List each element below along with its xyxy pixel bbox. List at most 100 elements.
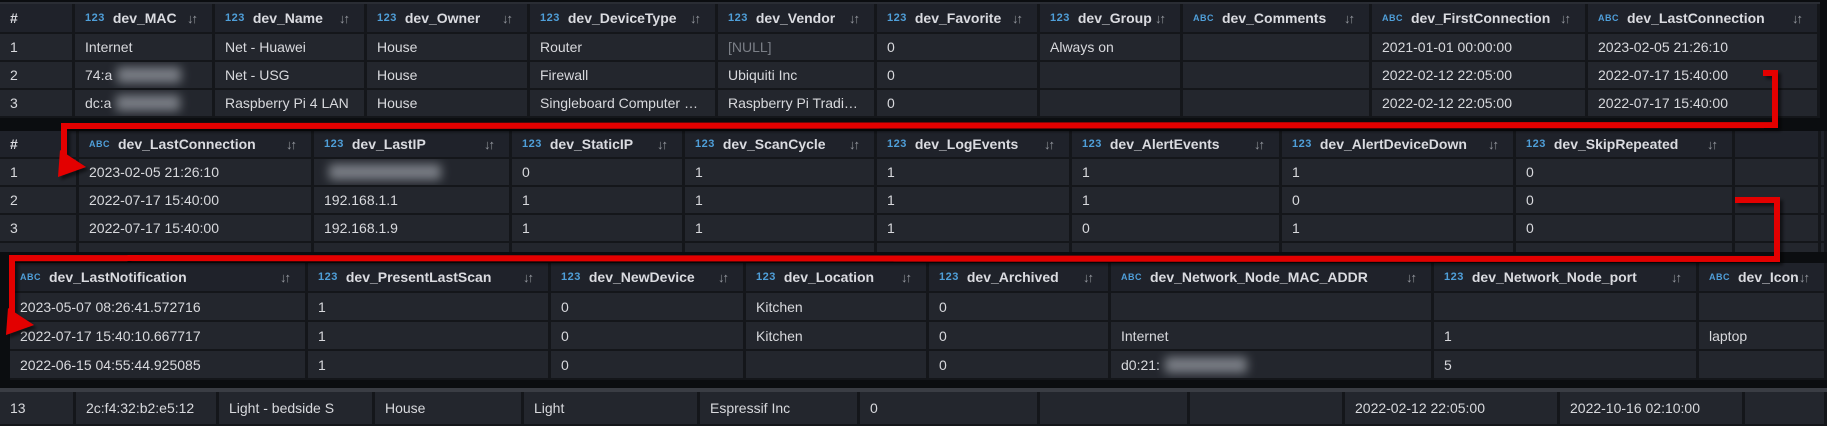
redacted-blur: [116, 95, 180, 111]
column-header-dev_Icon[interactable]: ABCdev_Icon↓↑: [1699, 263, 1827, 293]
numeric-field-type-icon: 123: [561, 271, 581, 283]
column-header-dev_LastConnection[interactable]: ABCdev_LastConnection↓↑: [1588, 4, 1820, 34]
column-header-dev_Archived[interactable]: 123dev_Archived↓↑: [929, 263, 1111, 293]
cell: 0: [1072, 215, 1282, 243]
table-row: 132c:f4:32:b2:e5:12Light - bedside SHous…: [0, 392, 1827, 426]
column-label: dev_Group: [1078, 10, 1152, 26]
cell: [1434, 293, 1699, 322]
cell: Ubiquiti Inc: [718, 62, 877, 90]
cell: 2023-05-07 08:26:41.572716: [10, 293, 308, 322]
cell: 1: [877, 215, 1072, 243]
cell: 2021-01-01 00:00:00: [1372, 34, 1588, 62]
cell: 1: [685, 215, 877, 243]
table-row: 22022-07-17 15:40:00192.168.1.1111100: [0, 187, 1827, 215]
cell: 2022-10-16 02:10:00: [1560, 392, 1745, 426]
cell: 1: [512, 215, 685, 243]
numeric-field-type-icon: 123: [318, 271, 338, 283]
text-field-type-icon: ABC: [1121, 272, 1142, 282]
column-header-dev_StaticIP[interactable]: 123dev_StaticIP↓↑: [512, 131, 685, 159]
cell: 2022-02-12 22:05:00: [1345, 392, 1560, 426]
column-header-dev_AlertDeviceDown[interactable]: 123dev_AlertDeviceDown↓↑: [1282, 131, 1516, 159]
column-header-dev_MAC[interactable]: 123 dev_MAC ↓↑: [75, 4, 215, 34]
column-label: dev_Network_Node_MAC_ADDR: [1150, 269, 1368, 285]
cell: 0: [512, 159, 685, 187]
column-header-dev_Owner[interactable]: 123dev_Owner↓↑: [367, 4, 530, 34]
cell: [1745, 392, 1827, 426]
column-header-dev_AlertEvents[interactable]: 123dev_AlertEvents↓↑: [1072, 131, 1282, 159]
text-field-type-icon: ABC: [1382, 13, 1403, 23]
redacted-blur: [329, 164, 441, 180]
device-table-strip-2: #ABCdev_LastConnection↓↑123dev_LastIP↓↑1…: [0, 131, 1827, 252]
column-header-dev_Vendor[interactable]: 123dev_Vendor↓↑: [718, 4, 877, 34]
numeric-field-type-icon: 123: [887, 138, 907, 150]
numeric-field-type-icon: 123: [85, 12, 105, 24]
column-header-dev_Location[interactable]: 123dev_Location↓↑: [746, 263, 929, 293]
column-header-dev_PresentLastScan[interactable]: 123dev_PresentLastScan↓↑: [308, 263, 551, 293]
sort-icon: ↓↑: [523, 270, 548, 285]
column-header-dev_LastIP[interactable]: 123dev_LastIP↓↑: [314, 131, 512, 159]
cell: Router: [530, 34, 718, 62]
cell: 3: [0, 90, 75, 118]
column-header-dev_Network_Node_port[interactable]: 123dev_Network_Node_port↓↑: [1434, 263, 1699, 293]
cell: Net - Huawei: [215, 34, 367, 62]
column-label: dev_Owner: [405, 10, 480, 26]
column-header-dev_LogEvents[interactable]: 123dev_LogEvents↓↑: [877, 131, 1072, 159]
column-header-dev_Comments[interactable]: ABCdev_Comments↓↑: [1183, 4, 1372, 34]
cell: d0:21:: [1111, 351, 1434, 380]
numeric-field-type-icon: 123: [540, 12, 560, 24]
cell: 1: [877, 187, 1072, 215]
sort-icon: ↓↑: [187, 11, 212, 26]
numeric-field-type-icon: 123: [728, 12, 748, 24]
cell: [1040, 62, 1183, 90]
cell: 1: [685, 159, 877, 187]
table-row: 32022-07-17 15:40:00192.168.1.9111010: [0, 215, 1827, 243]
column-header-dev_FirstConnection[interactable]: ABCdev_FirstConnection↓↑: [1372, 4, 1588, 34]
sort-icon: ↓↑: [1799, 270, 1824, 285]
column-label: dev_LastConnection: [1627, 10, 1765, 26]
cell: 2022-06-15 04:55:44.925085: [10, 351, 308, 380]
numeric-field-type-icon: 123: [522, 138, 542, 150]
column-header-dev_DeviceType[interactable]: 123dev_DeviceType↓↑: [530, 4, 718, 34]
cell: [1735, 187, 1827, 215]
redacted-blur: [117, 67, 181, 83]
cell: 0: [860, 392, 1040, 426]
cell: 2c:f4:32:b2:e5:12: [76, 392, 219, 426]
column-label: dev_ScanCycle: [723, 136, 826, 152]
column-label: dev_Name: [253, 10, 323, 26]
cell: House: [375, 392, 524, 426]
cell: 2: [0, 187, 79, 215]
column-header-dev_ScanCycle[interactable]: 123dev_ScanCycle↓↑: [685, 131, 877, 159]
column-label: dev_MAC: [113, 10, 177, 26]
cell-text: dc:a: [85, 95, 111, 111]
cell: 0: [929, 322, 1111, 351]
text-field-type-icon: ABC: [1709, 272, 1730, 282]
table-row: 2022-07-17 15:40:10.66771710Kitchen0Inte…: [10, 322, 1827, 351]
text-field-type-icon: ABC: [89, 139, 110, 149]
column-header-dev_Group[interactable]: 123dev_Group↓↑: [1040, 4, 1183, 34]
cell: 0: [877, 62, 1040, 90]
device-table-strip-4-cutoff: 132c:f4:32:b2:e5:12Light - bedside SHous…: [0, 392, 1827, 426]
numeric-field-type-icon: 123: [1292, 138, 1312, 150]
numeric-field-type-icon: 123: [1444, 271, 1464, 283]
column-label: dev_Location: [784, 269, 874, 285]
cell: Internet: [75, 34, 215, 62]
cell: Kitchen: [746, 322, 929, 351]
sort-icon: ↓↑: [280, 270, 305, 285]
column-header-dev_Network_Node_MAC_ADDR[interactable]: ABCdev_Network_Node_MAC_ADDR↓↑: [1111, 263, 1434, 293]
cell: 0: [929, 293, 1111, 322]
column-header-dev_NewDevice[interactable]: 123dev_NewDevice↓↑: [551, 263, 746, 293]
sort-icon: ↓↑: [484, 137, 509, 152]
cell: 1: [0, 159, 79, 187]
cell: 2022-07-17 15:40:00: [79, 215, 314, 243]
column-header-dev_Favorite[interactable]: 123dev_Favorite↓↑: [877, 4, 1040, 34]
column-header-dev_LastNotification[interactable]: ABCdev_LastNotification↓↑: [10, 263, 308, 293]
column-header-dev_Name[interactable]: 123dev_Name↓↑: [215, 4, 367, 34]
redacted-blur: [1165, 357, 1247, 373]
sort-icon: ↓↑: [849, 137, 874, 152]
column-header-dev_SkipRepeated[interactable]: 123dev_SkipRepeated↓↑: [1516, 131, 1735, 159]
column-header-dev_LastConnection[interactable]: ABCdev_LastConnection↓↑: [79, 131, 314, 159]
cell: 1: [308, 351, 551, 380]
column-label: dev_SkipRepeated: [1554, 136, 1679, 152]
table-row: 2022-06-15 04:55:44.925085100d0:21:5: [10, 351, 1827, 380]
column-label: dev_Favorite: [915, 10, 1001, 26]
